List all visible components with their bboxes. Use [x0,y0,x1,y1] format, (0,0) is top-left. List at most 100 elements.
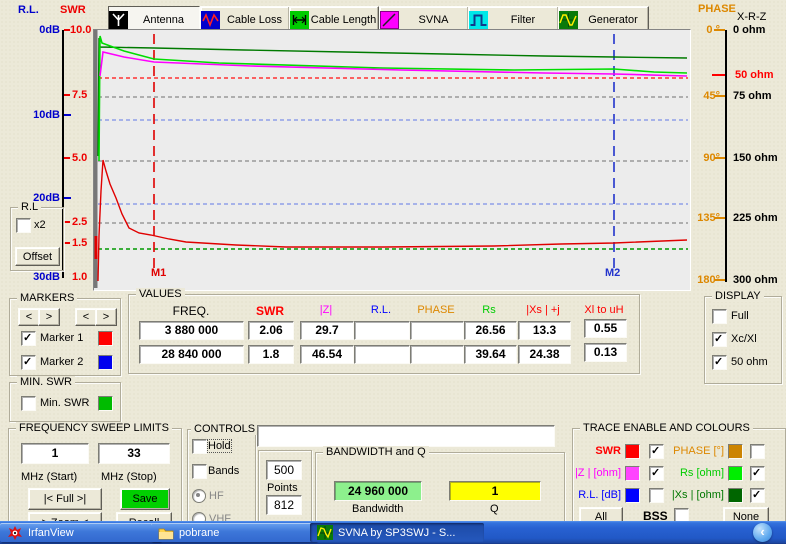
value-xs-m1[interactable]: 13.3 [518,321,571,340]
marker2-prev-button[interactable]: < [75,308,97,326]
ohm50-tick [712,74,725,76]
trace-swr-checkbox[interactable] [649,444,664,459]
phase-axis-title: PHASE [698,3,736,15]
trace-rs-checkbox[interactable] [750,466,765,481]
display-full-checkbox[interactable] [712,309,727,324]
min-swr-checkbox[interactable] [21,396,36,411]
ohm-tick-label: 75 ohm [733,90,772,102]
info-text-field[interactable] [257,425,555,447]
min-swr-group-title: MIN. SWR [17,376,75,388]
taskbar-button-label: IrfanView [28,527,74,539]
bandwidth-value-field[interactable]: 24 960 000 [334,481,422,501]
trace-xs-color-swatch[interactable] [728,488,743,503]
hold-checkbox[interactable] [192,439,207,454]
value-freq-m2[interactable]: 28 840 000 [139,345,244,364]
taskbar-button-svna[interactable]: SVNA by SP3SWJ - S... [310,523,484,542]
marker1-chart-label: M1 [151,267,166,279]
marker2-color-swatch[interactable] [98,355,113,370]
swr-axis-title: SWR [60,4,86,16]
taskbar-button-label: pobrane [179,527,219,539]
trace-z-color-swatch[interactable] [625,466,640,481]
arrow-right-icon: > [46,311,52,323]
value-swr-m2[interactable]: 1.8 [248,345,294,364]
toolbar-button-label: Cable Length [309,14,378,26]
toolbar-button-label: SVNA [399,14,468,26]
freq-stop-label: MHz (Stop) [101,471,157,483]
trace-swr-color-swatch[interactable] [625,444,640,459]
chart-plot-area[interactable]: M1 M2 [93,29,691,291]
offset-button[interactable]: Offset [15,247,60,266]
value-xs-m2[interactable]: 24.38 [518,345,571,364]
irfanview-icon [7,525,23,541]
points-input[interactable]: 500 [266,460,302,480]
marker1-next-button[interactable]: > [38,308,60,326]
marker1-checkbox[interactable] [21,331,36,346]
bands-label: Bands [208,465,239,477]
trace-rl-checkbox[interactable] [649,488,664,503]
points-secondary-input[interactable]: 812 [266,495,302,515]
value-rs-m1[interactable]: 26.56 [464,321,517,340]
offset-button-label: Offset [23,251,52,263]
value-rl-m2[interactable] [354,345,410,364]
svna-icon [380,11,399,29]
min-swr-label: Min. SWR [40,397,90,409]
marker1-label: Marker 1 [40,332,83,344]
value-swr-m1[interactable]: 2.06 [248,321,294,340]
hf-radio[interactable] [192,489,206,503]
full-span-button[interactable]: |< Full >| [28,488,102,510]
points-panel: 500 Points 812 [258,450,312,526]
controls-group-title: CONTROLS [191,423,258,435]
value-phase-m2[interactable] [410,345,464,364]
hf-label: HF [209,490,224,502]
freq-start-input[interactable]: 1 [21,443,89,464]
rl-offset-group: R.L x2 Offset [10,207,64,271]
marker1-color-swatch[interactable] [98,331,113,346]
marker1-prev-button[interactable]: < [18,308,40,326]
taskbar-collapse-chevron[interactable]: ‹ [753,523,772,542]
marker2-next-button[interactable]: > [95,308,117,326]
value-xl-m1[interactable]: 0.55 [584,319,627,338]
value-freq-m1[interactable]: 3 880 000 [139,321,244,340]
value-z-m2[interactable]: 46.54 [300,345,354,364]
freq-stop-input[interactable]: 33 [98,443,170,464]
db-tick-label: 10dB [20,109,60,121]
swr-tick [64,157,70,159]
trace-rs-color-swatch[interactable] [728,466,743,481]
rl-x2-checkbox[interactable] [16,218,31,233]
bands-checkbox[interactable] [192,464,207,479]
value-phase-m1[interactable] [410,321,464,340]
trace-swr-label: SWR [573,445,621,457]
trace-xs-checkbox[interactable] [750,488,765,503]
display-50ohm-checkbox[interactable] [712,355,727,370]
display-xcxl-checkbox[interactable] [712,332,727,347]
points-label: Points [267,482,298,494]
xrz-axis-title: X-R-Z [737,11,766,23]
value-xl-m2[interactable]: 0.13 [584,343,627,362]
bandwidth-group-title: BANDWIDTH and Q [323,446,429,458]
taskbar-button-pobrane[interactable]: pobrane [151,523,317,542]
save-button[interactable]: Save [120,488,170,510]
hold-label: Hold [208,440,231,452]
min-swr-color-swatch[interactable] [98,396,113,411]
marker2-checkbox[interactable] [21,355,36,370]
antenna-icon [109,11,128,29]
markers-group-title: MARKERS [17,292,77,304]
arrow-left-icon: < [26,311,32,323]
trace-phase-color-swatch[interactable] [728,444,743,459]
swr-tick-label: 10.0 [70,24,94,36]
value-rs-m2[interactable]: 39.64 [464,345,517,364]
trace-rl-color-swatch[interactable] [625,488,640,503]
taskbar-button-irfanview[interactable]: IrfanView [0,523,161,542]
trace-z-checkbox[interactable] [649,466,664,481]
value-z-m1[interactable]: 29.7 [300,321,354,340]
value-rl-m1[interactable] [354,321,410,340]
markers-group: MARKERS < > < > Marker 1 Marker 2 [9,298,121,376]
rl-offset-group-title: R.L [18,201,41,213]
swr-trace [98,160,687,281]
phase-tick [714,217,725,219]
arrow-right-icon: > [103,311,109,323]
q-label: Q [490,503,499,515]
display-group-title: DISPLAY [712,290,764,302]
q-value-field[interactable]: 1 [449,481,541,501]
trace-phase-checkbox[interactable] [750,444,765,459]
